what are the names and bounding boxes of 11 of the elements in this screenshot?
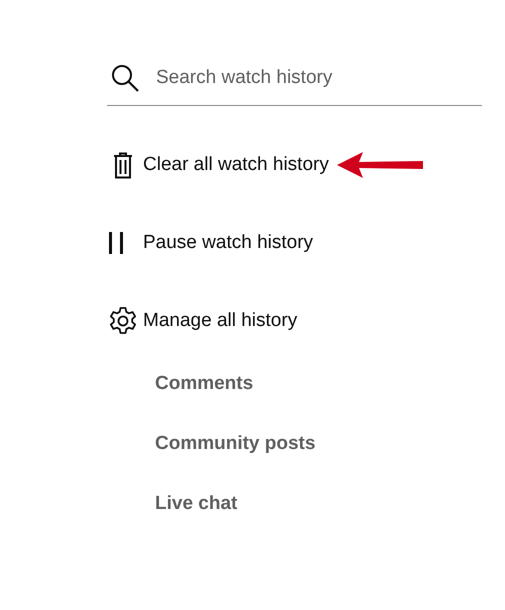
search-icon <box>111 64 139 92</box>
settings-icon[interactable] <box>108 306 138 336</box>
menu-item[interactable]: Clear all watch history <box>143 154 329 176</box>
pause-icon[interactable] <box>108 232 124 254</box>
menu-item[interactable]: Pause watch history <box>143 232 314 254</box>
menu-item[interactable]: Manage all history <box>143 310 298 332</box>
search-field[interactable]: Search watch history <box>156 66 456 88</box>
submenu-item[interactable]: Community posts <box>155 433 316 455</box>
submenu-item[interactable]: Comments <box>155 373 254 395</box>
submenu-item[interactable]: Live chat <box>155 493 238 515</box>
trash-icon[interactable] <box>112 152 132 178</box>
